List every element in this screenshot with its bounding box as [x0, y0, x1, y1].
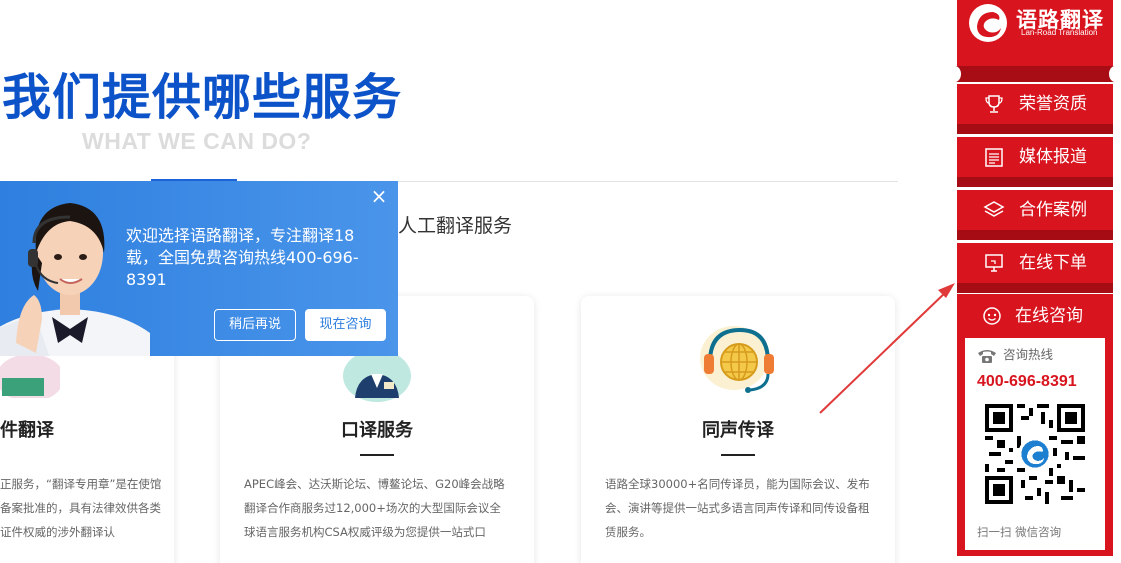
trophy-icon: [985, 95, 1003, 113]
wechat-qr-code: [985, 404, 1085, 504]
section-subtitle: WHAT WE CAN DO?: [82, 128, 312, 154]
close-icon[interactable]: ×: [370, 186, 388, 206]
chat-invite-popup: × 欢迎选择语路翻译，专注翻译18载，全国免费咨询热线400-696-8391 …: [0, 181, 398, 356]
hotline-row: 咨询热线: [977, 344, 1053, 364]
later-button[interactable]: 稍后再说: [214, 309, 296, 341]
sidebar-item-label: 荣誉资质: [1019, 94, 1087, 114]
service-card-title: 件翻译: [0, 420, 54, 441]
consult-panel: 在线咨询 咨询热线 400-696-8391 扫一扫 微信咨询: [957, 294, 1113, 556]
service-card-desc: APEC峰会、达沃斯论坛、博鳌论坛、G20峰会战略翻译合作商服务过12,000+…: [244, 477, 505, 539]
service-card-title: 口译服务: [341, 420, 413, 441]
service-card-desc: 正服务，“翻译专用章”是在使馆备案批准的，具有法律效供各类证件权威的涉外翻译认: [0, 477, 162, 539]
sidebar-item-label: 媒体报道: [1019, 147, 1087, 167]
monitor-order-icon: [985, 254, 1003, 272]
section-title: 我们提供哪些服务: [2, 69, 403, 126]
globe-headset-icon: [700, 326, 774, 393]
service-card-desc: 语路全球30000+名同传译员，能为国际会议、发布会、演讲等提供一站式多语言同声…: [605, 477, 870, 539]
layers-icon: [983, 201, 1005, 217]
title-underline: [360, 454, 394, 456]
item-shadow: [957, 124, 1113, 134]
news-icon: [985, 148, 1003, 167]
item-shadow: [957, 283, 1113, 293]
hotline-label: 咨询热线: [1003, 347, 1054, 362]
popup-message: 欢迎选择语路翻译，专注翻译18载，全国免费咨询热线400-696-8391: [126, 226, 359, 289]
item-shadow: [957, 177, 1113, 187]
band-notch: [1109, 66, 1121, 82]
service-card-title: 同声传译: [702, 420, 774, 441]
service-card-simultaneous[interactable]: 同声传译 语路全球30000+名同传译员，能为国际会议、发布会、演讲等提供一站式…: [581, 296, 895, 563]
online-consult-button[interactable]: 在线咨询: [957, 294, 1113, 338]
item-shadow: [957, 230, 1113, 240]
lanroad-logo-icon: [969, 4, 1007, 42]
sidebar-item-label: 合作案例: [1019, 200, 1087, 220]
floating-sidebar: 语路翻译 Lan-Road Translation 荣誉资质 媒体报道 合作案例…: [949, 0, 1121, 563]
hotline-number[interactable]: 400-696-8391: [977, 373, 1077, 391]
band-notch: [949, 66, 961, 82]
consult-now-button[interactable]: 现在咨询: [305, 309, 386, 341]
sidebar-band: [955, 66, 1115, 82]
telephone-icon: [978, 349, 996, 363]
tab-human-translation[interactable]: 人工翻译服务: [398, 211, 512, 238]
page: 我们提供哪些服务 WHAT WE CAN DO? 人工翻译服务 件翻译 正服务，…: [0, 0, 1121, 563]
sidebar-item-label: 在线咨询: [1015, 306, 1083, 326]
sidebar-item-honors[interactable]: 荣誉资质: [957, 84, 1113, 124]
chat-support-icon: [983, 307, 1001, 325]
brand-name-en: Lan-Road Translation: [1021, 28, 1098, 37]
sidebar-item-order[interactable]: 在线下单: [957, 243, 1113, 283]
sidebar-item-media[interactable]: 媒体报道: [957, 137, 1113, 177]
brand-logo[interactable]: 语路翻译 Lan-Road Translation: [957, 0, 1113, 66]
hotline-card: 咨询热线 400-696-8391 扫一扫 微信咨询: [965, 338, 1105, 550]
sidebar-item-cases[interactable]: 合作案例: [957, 190, 1113, 230]
sidebar-item-label: 在线下单: [1019, 253, 1087, 273]
title-underline: [721, 454, 755, 456]
qr-caption: 扫一扫 微信咨询: [977, 525, 1062, 539]
